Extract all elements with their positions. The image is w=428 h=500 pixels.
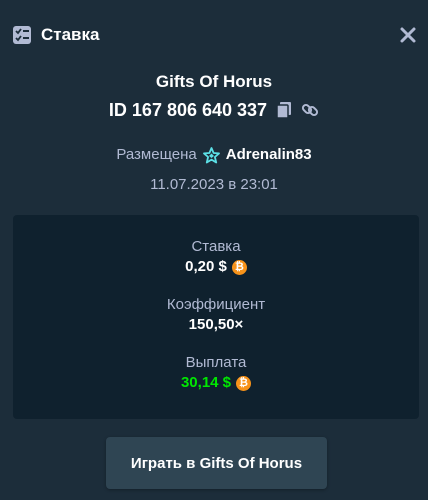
btc-coin-icon: ₿ [236, 375, 252, 391]
bet-modal: Ставка Gifts Of Horus ID 167 806 640 337… [0, 0, 428, 500]
bet-amount-label: Ставка [191, 238, 241, 255]
placed-label: Размещена [116, 146, 197, 163]
payout-label: Выплата [185, 354, 247, 371]
bet-amount-value: 0,20 $ [185, 258, 227, 275]
close-icon[interactable] [398, 25, 418, 45]
bet-date: 11.07.2023 в 23:01 [150, 176, 278, 193]
copy-icon[interactable] [275, 101, 293, 119]
link-icon[interactable] [301, 101, 319, 119]
bet-amount-value-row: 0,20 $ ₿ [13, 257, 419, 277]
payout-stat: Выплата 30,14 $ ₿ [13, 353, 419, 393]
multiplier-label: Коэффициент [166, 296, 266, 313]
vip-crown-icon [202, 146, 220, 163]
payout-value: 30,14 $ [180, 374, 232, 391]
game-title: Gifts Of Horus [155, 72, 273, 91]
bet-slip-icon [13, 26, 31, 44]
username-link[interactable]: Adrenalin83 [226, 145, 312, 165]
bet-amount-stat: Ставка 0,20 $ ₿ [13, 237, 419, 277]
btc-coin-icon: ₿ [231, 259, 247, 275]
payout-value-row: 30,14 $ ₿ [13, 373, 419, 393]
bet-id-row: ID 167 806 640 337 [0, 99, 428, 121]
multiplier-value-row: 150,50× [13, 315, 419, 335]
modal-title: Ставка [41, 25, 100, 44]
bet-stats-panel: Ставка 0,20 $ ₿ Коэффициент 150,50× Выпл… [13, 215, 419, 419]
placed-by-row: Размещена Adrenalin83 [0, 145, 428, 165]
modal-header: Ставка [0, 0, 428, 64]
play-game-button[interactable]: Играть в Gifts Of Horus [106, 437, 327, 489]
multiplier-value: 150,50× [188, 316, 244, 333]
bet-id: ID 167 806 640 337 [108, 100, 268, 120]
multiplier-stat: Коэффициент 150,50× [13, 295, 419, 335]
